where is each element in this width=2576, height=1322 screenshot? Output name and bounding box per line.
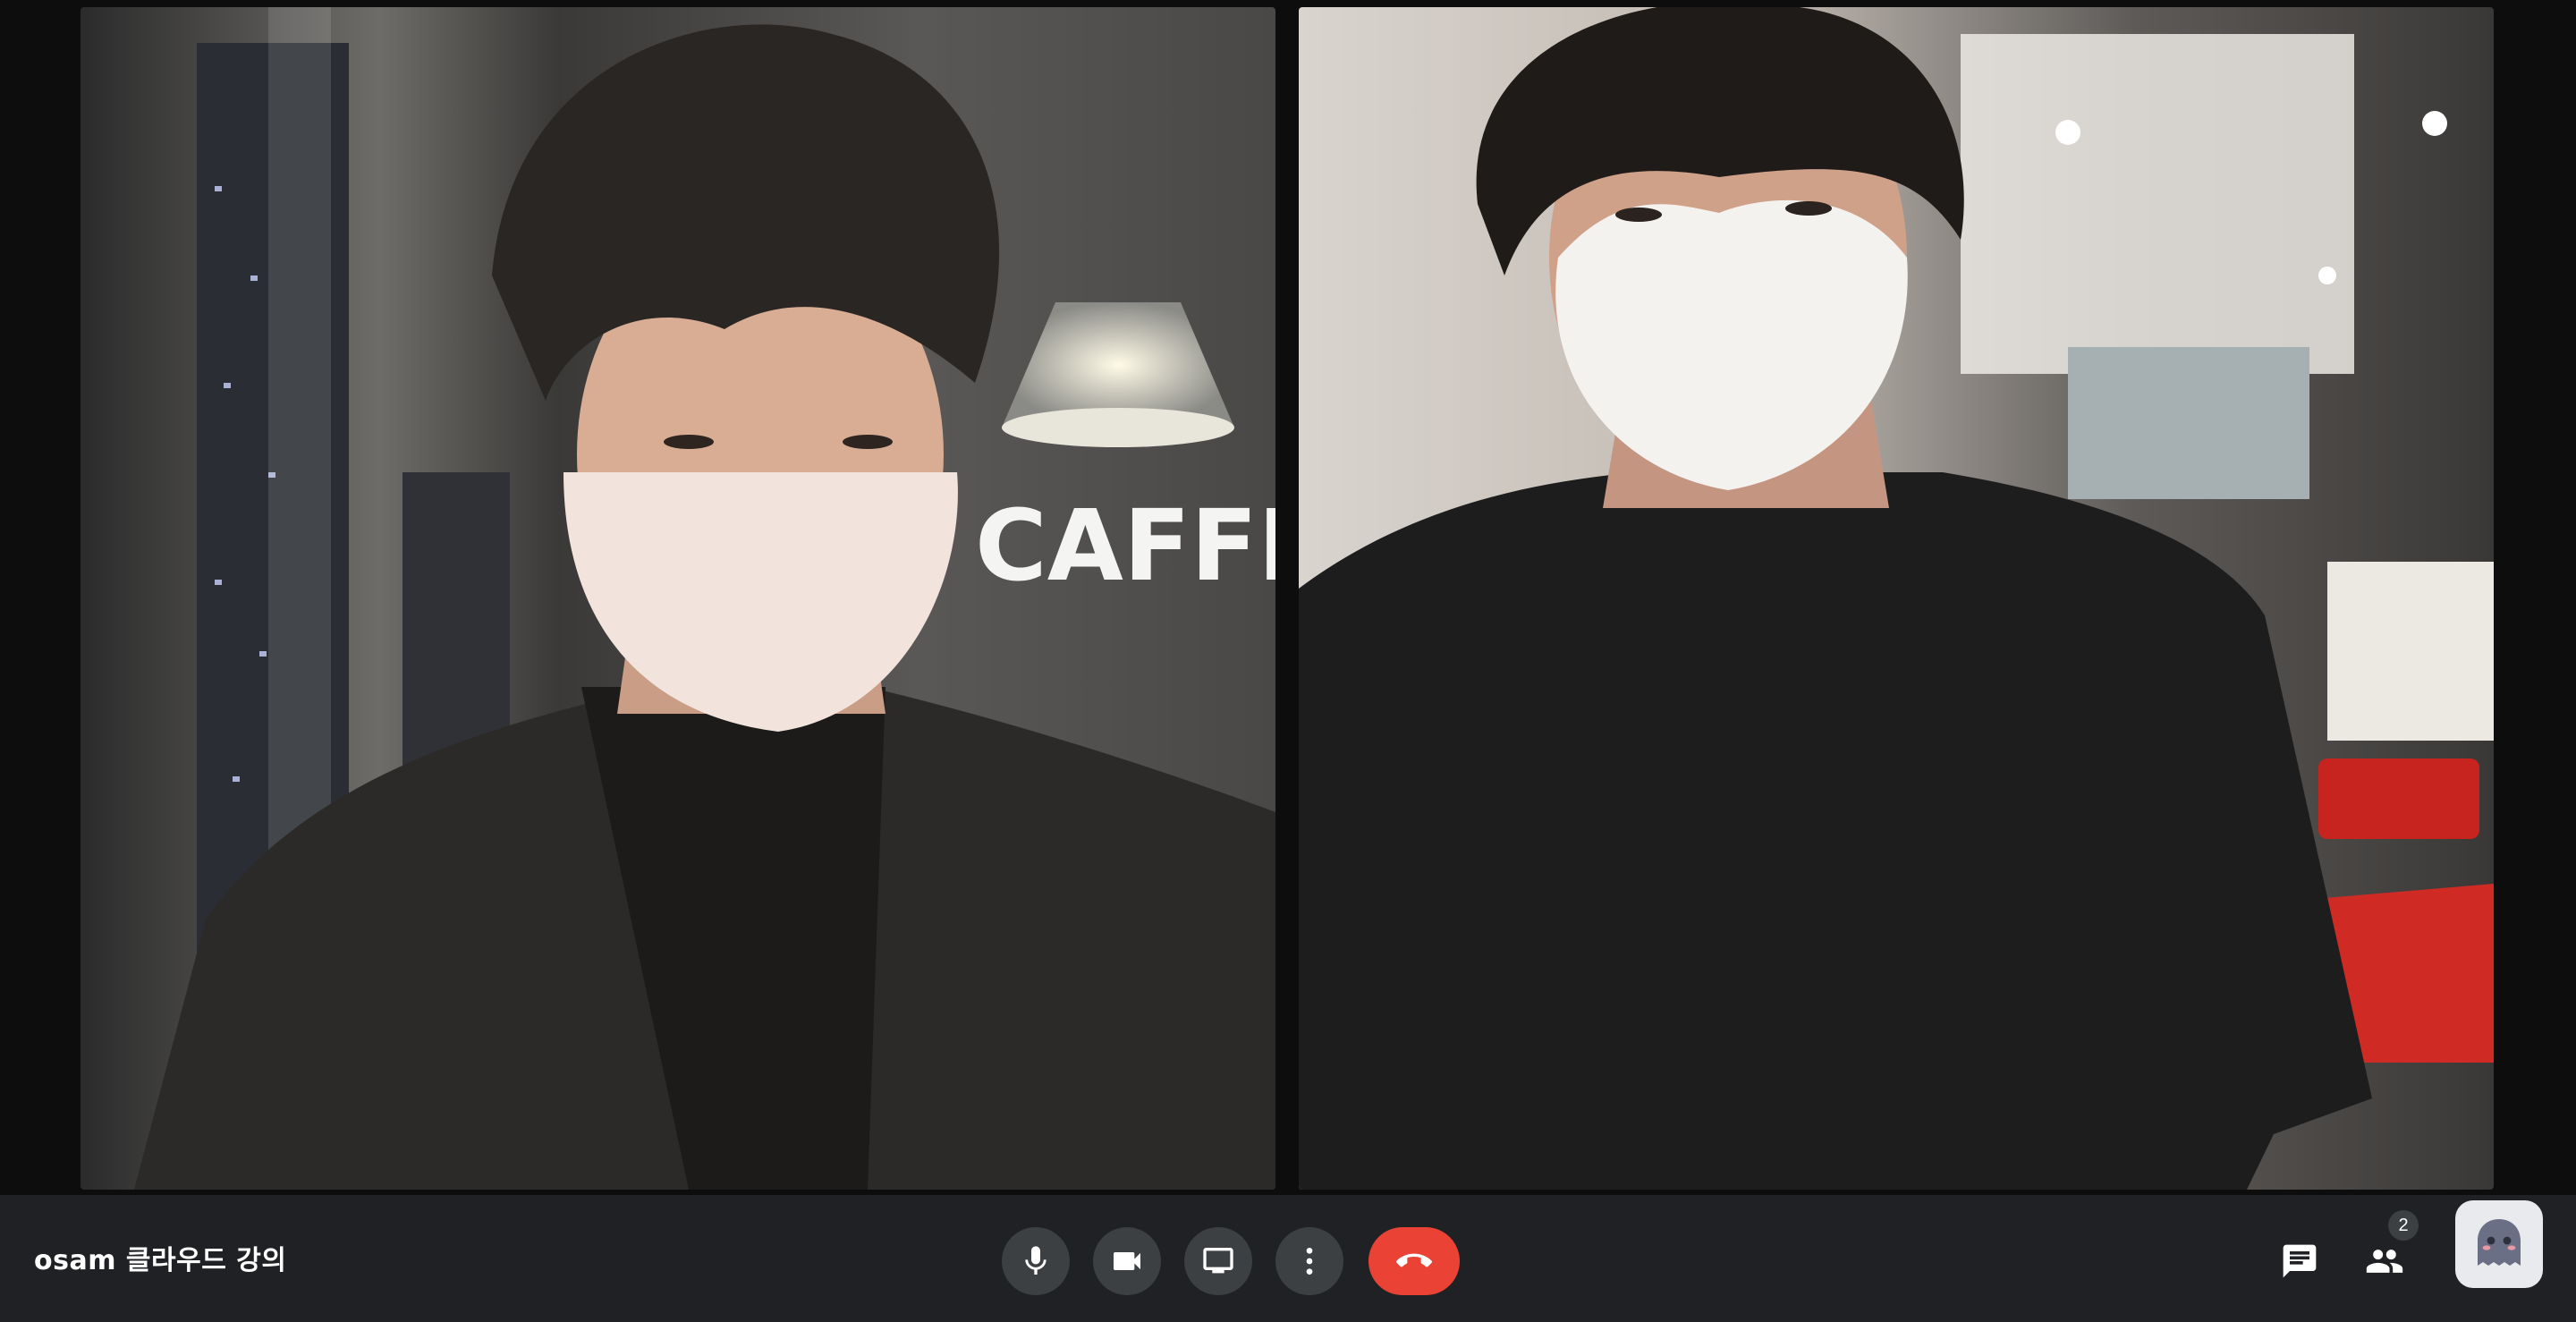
assistant-avatar-icon (2478, 1219, 2521, 1266)
camera-button[interactable] (1093, 1227, 1161, 1295)
chat-icon (2283, 1244, 2317, 1278)
microphone-icon (1025, 1246, 1046, 1275)
participant-count-badge: 2 (2388, 1210, 2419, 1241)
more-options-icon (1306, 1248, 1313, 1275)
participant-video-2 (1299, 7, 2494, 1190)
camera-icon (1114, 1252, 1140, 1270)
chat-button[interactable] (2275, 1236, 2325, 1286)
meeting-title: osam 클라우드 강의 (34, 1245, 287, 1276)
participant-video-tile-2[interactable] (1299, 7, 2494, 1190)
present-screen-button[interactable] (1184, 1227, 1252, 1295)
participant-video-tile-1[interactable]: CAFFE (80, 7, 1275, 1190)
video-stage: CAFFE (0, 0, 2576, 1195)
hang-up-icon (1396, 1253, 1432, 1267)
participant-video-1: CAFFE (80, 7, 1275, 1190)
leave-call-button[interactable] (1368, 1227, 1460, 1295)
present-screen-icon (1203, 1248, 1233, 1274)
people-button[interactable] (2360, 1236, 2410, 1286)
microphone-button[interactable] (1002, 1227, 1070, 1295)
more-options-button[interactable] (1275, 1227, 1343, 1295)
cafe-sign-text: CAFFE (975, 488, 1275, 603)
assistant-avatar-button[interactable] (2455, 1200, 2543, 1288)
people-icon (2366, 1250, 2403, 1273)
